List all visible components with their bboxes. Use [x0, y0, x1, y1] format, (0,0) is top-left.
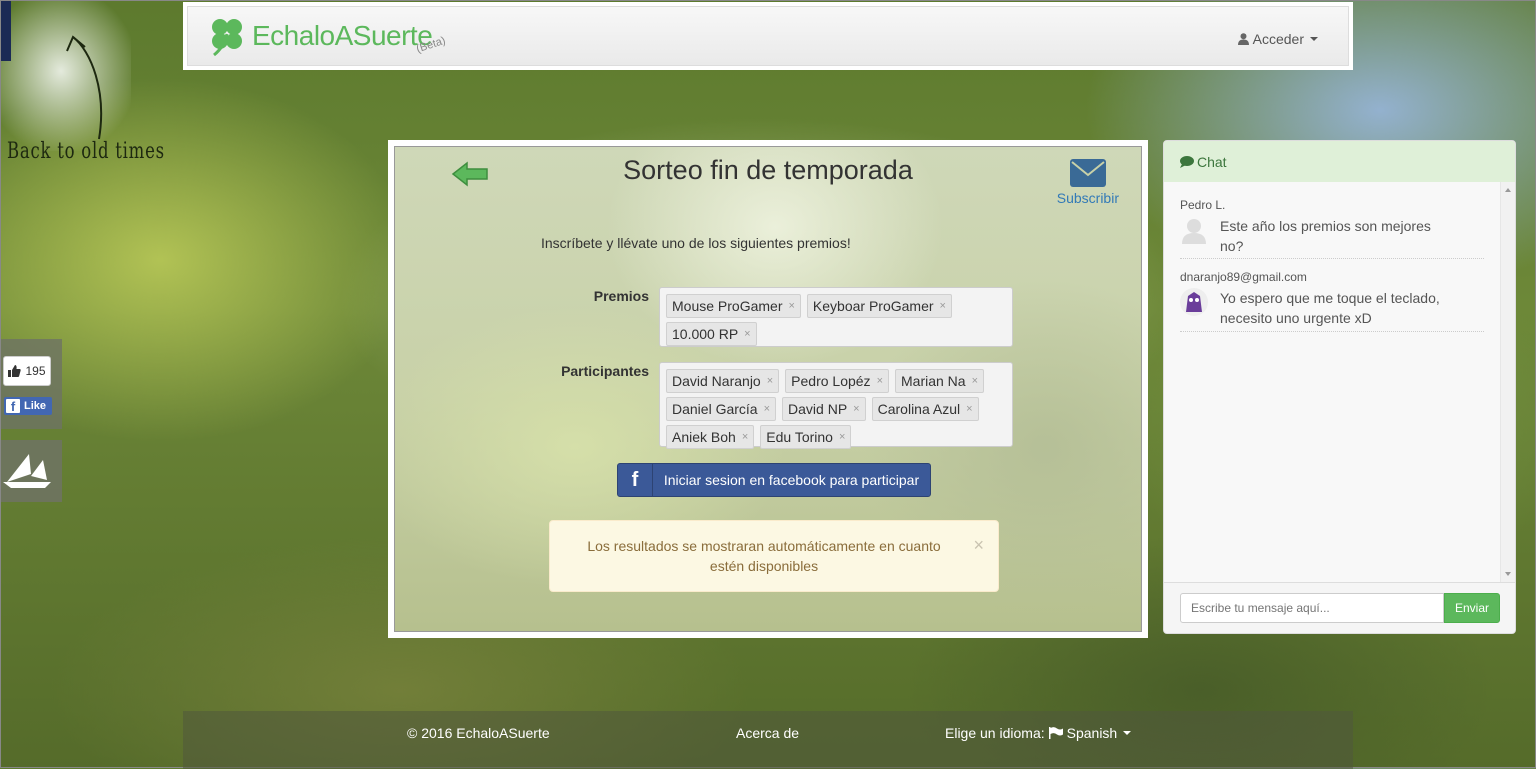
- intro-text: Inscríbete y llévate uno de los siguient…: [541, 235, 851, 251]
- like-count: 195: [25, 364, 46, 378]
- participant-tag: David NP ×: [782, 397, 866, 421]
- results-alert: Los resultados se mostraran automáticame…: [549, 520, 999, 592]
- comment-icon: [1180, 155, 1194, 168]
- chat-messages: Pedro L. Este año los premios son mejore…: [1164, 182, 1501, 582]
- raffle-panel-inner: Sorteo fin de temporada Subscribir Inscr…: [394, 146, 1142, 632]
- participant-tag-label: Edu Torino: [766, 429, 833, 445]
- back-to-old-times-link[interactable]: Back to old times: [7, 139, 165, 164]
- clover-icon: [212, 19, 242, 57]
- participant-tag-label: Carolina Azul: [877, 401, 961, 417]
- hand-drawn-arrow-icon: [66, 35, 103, 140]
- footer: © 2016 EchaloASuerte Acerca de Elige un …: [183, 711, 1353, 769]
- chat-message: Pedro L. Este año los premios son mejore…: [1180, 198, 1484, 259]
- participants-tagbox[interactable]: David Naranjo × Pedro Lopéz × Marian Na × D…: [659, 362, 1013, 449]
- login-dropdown[interactable]: Acceder: [1237, 31, 1318, 47]
- prize-tag-label: Keyboar ProGamer: [812, 298, 934, 314]
- send-button[interactable]: Enviar: [1444, 593, 1500, 623]
- participant-tag: Daniel García ×: [666, 397, 777, 421]
- copyright-text: © 2016 EchaloASuerte: [407, 725, 550, 741]
- chevron-down-icon: [1123, 731, 1132, 735]
- participant-tag: Edu Torino ×: [760, 425, 852, 449]
- scroll-down-icon[interactable]: [1505, 572, 1511, 576]
- navbar-inner: EchaloASuerte (Beta) Acceder: [187, 6, 1349, 66]
- participant-tag-label: Pedro Lopéz: [791, 373, 871, 389]
- subscribe-button[interactable]: Subscribir: [1057, 159, 1119, 206]
- remove-icon[interactable]: ×: [764, 399, 770, 419]
- chat-footer: Enviar: [1164, 582, 1515, 633]
- ship-widget[interactable]: [1, 440, 62, 502]
- participant-tag: Pedro Lopéz ×: [785, 369, 889, 393]
- subscribe-label: Subscribir: [1056, 190, 1119, 206]
- remove-icon[interactable]: ×: [839, 427, 845, 447]
- chat-scrollbar[interactable]: [1500, 182, 1515, 582]
- like-count-bubble: 195: [3, 356, 51, 386]
- remove-icon[interactable]: ×: [940, 296, 946, 316]
- prize-tag: Mouse ProGamer ×: [666, 294, 801, 318]
- default-avatar-icon: [1182, 219, 1206, 244]
- page-title: Sorteo fin de temporada: [623, 155, 913, 185]
- participant-tag-label: Aniek Boh: [672, 429, 736, 445]
- remove-icon[interactable]: ×: [853, 399, 859, 419]
- chat-message: dnaranjo89@gmail.com Yo espero que me to…: [1180, 270, 1484, 332]
- brand-logo[interactable]: EchaloASuerte: [206, 15, 433, 57]
- alert-text: Los resultados se mostraran automáticame…: [587, 538, 941, 574]
- remove-icon[interactable]: ×: [877, 371, 883, 391]
- prize-tag: Keyboar ProGamer ×: [806, 294, 952, 318]
- chevron-down-icon: [1310, 37, 1318, 41]
- remove-icon[interactable]: ×: [972, 371, 978, 391]
- envelope-icon: [1069, 159, 1106, 187]
- raffle-panel: Sorteo fin de temporada Subscribir Inscr…: [388, 140, 1148, 638]
- facebook-login-button[interactable]: f Iniciar sesion en facebook para partic…: [617, 463, 931, 497]
- participant-tag: David Naranjo ×: [666, 369, 780, 393]
- participant-tag: Marian Na ×: [895, 369, 985, 393]
- chat-title: Chat: [1197, 153, 1227, 170]
- language-prompt: Elige un idioma:: [945, 725, 1045, 741]
- language-value: Spanish: [1066, 725, 1118, 741]
- chat-header: Chat: [1164, 141, 1515, 183]
- login-label: Acceder: [1252, 31, 1304, 47]
- brand-name: EchaloASuerte: [252, 20, 433, 51]
- scroll-up-icon[interactable]: [1505, 188, 1511, 192]
- remove-icon[interactable]: ×: [966, 399, 972, 419]
- chat-message-text: Este año los premios son mejores no?: [1220, 218, 1431, 254]
- facebook-icon: f: [618, 464, 653, 496]
- participant-tag: Aniek Boh ×: [666, 425, 755, 449]
- thumbs-up-icon: [8, 365, 22, 377]
- facebook-login-label: Iniciar sesion en facebook para particip…: [663, 472, 920, 488]
- chat-panel: Chat Pedro L. Este año los premios son m…: [1163, 140, 1516, 634]
- flag-icon: [1048, 727, 1063, 739]
- user-avatar-icon: [1180, 288, 1208, 316]
- user-icon: [1237, 33, 1249, 45]
- like-label: Like: [24, 400, 47, 412]
- chat-message-user: Pedro L.: [1180, 198, 1226, 212]
- language-selector[interactable]: Elige un idioma: Spanish: [945, 725, 1132, 741]
- facebook-like-button[interactable]: f Like: [4, 397, 52, 415]
- facebook-icon: f: [6, 399, 20, 414]
- participant-tag: Carolina Azul ×: [871, 397, 979, 421]
- remove-icon[interactable]: ×: [744, 324, 750, 344]
- prize-tag-label: 10.000 RP: [672, 326, 739, 342]
- remove-icon[interactable]: ×: [742, 427, 748, 447]
- corner-strip: [1, 1, 11, 61]
- paper-boat-icon: [3, 454, 51, 488]
- prize-tag-label: Mouse ProGamer: [672, 298, 783, 314]
- prizes-label: Premios: [593, 288, 649, 304]
- navbar: EchaloASuerte (Beta) Acceder: [183, 2, 1353, 70]
- close-icon[interactable]: ×: [973, 535, 984, 555]
- prize-tag: 10.000 RP ×: [666, 322, 757, 346]
- chat-message-user: dnaranjo89@gmail.com: [1180, 270, 1307, 284]
- participant-tag-label: David NP: [788, 401, 848, 417]
- participant-tag-label: Daniel García: [672, 401, 758, 417]
- prizes-tagbox[interactable]: Mouse ProGamer × Keyboar ProGamer × 10.000…: [659, 287, 1013, 347]
- remove-icon[interactable]: ×: [767, 371, 773, 391]
- remove-icon[interactable]: ×: [788, 296, 794, 316]
- participant-tag-label: David Naranjo: [672, 373, 761, 389]
- about-link[interactable]: Acerca de: [736, 725, 799, 741]
- participant-tag-label: Marian Na: [901, 373, 966, 389]
- participants-label: Participantes: [561, 363, 649, 379]
- chat-message-input[interactable]: [1180, 593, 1444, 623]
- chat-message-text: Yo espero que me toque el teclado, neces…: [1220, 290, 1440, 326]
